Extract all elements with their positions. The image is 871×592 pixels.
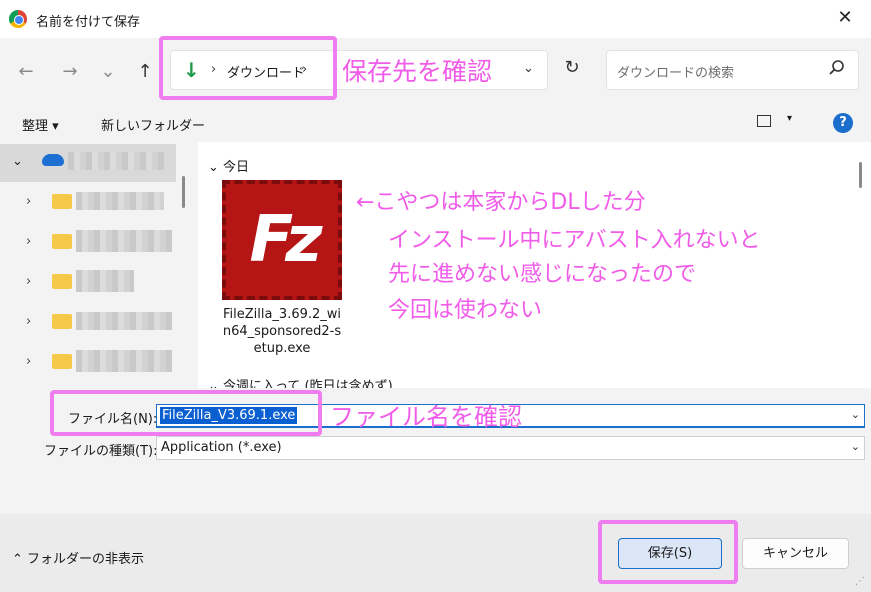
annotation-save-location: 保存先を確認 [342,57,493,86]
sidebar-scrollbar[interactable] [182,176,185,208]
filezilla-logo-letters: Fz [249,203,323,277]
file-item[interactable]: Fz FileZilla_3.69.2_win64_sponsored2-set… [220,180,344,357]
recent-locations-button[interactable]: ⌄ [94,58,122,86]
new-folder-button[interactable]: 新しいフォルダー [101,115,205,134]
forward-button[interactable]: → [56,58,84,86]
onedrive-icon [42,154,64,166]
filetype-select[interactable]: Application (*.exe) ⌄ [156,436,865,460]
resize-grip-icon[interactable]: ⋰ [855,576,867,588]
cancel-button[interactable]: キャンセル [742,538,849,569]
folder-icon [52,234,72,249]
navigation-pane: ⌄ › › › › › [0,142,192,388]
expand-icon[interactable]: › [26,314,31,329]
annotation-box-address [159,36,337,100]
annotation-note-line: 今回は使わない [388,298,543,323]
folder-icon [52,314,72,329]
blurred-label[interactable] [76,230,172,252]
group-header-label: 今週に入って (昨日は含めず) [223,379,393,388]
annotation-note-line: インストール中にアバスト入れないと [388,228,761,253]
chevron-down-icon[interactable]: ⌄ [851,440,860,453]
command-bar: 整理 ▾ 新しいフォルダー ▾ ? [0,104,871,142]
search-input[interactable]: ダウンロードの検索 [606,50,859,90]
back-button[interactable]: ← [12,58,40,86]
folder-icon [52,274,72,289]
annotation-box-filename [50,390,322,436]
organize-menu[interactable]: 整理 ▾ [22,115,59,134]
search-icon [829,60,844,75]
expand-icon[interactable]: › [26,234,31,249]
expand-icon[interactable]: › [26,354,31,369]
group-header-thisweek[interactable]: ⌄ 今週に入って (昨日は含めず) [208,375,393,388]
up-button[interactable]: ↑ [131,58,159,86]
blurred-label[interactable] [76,270,134,292]
annotation-box-save [598,520,738,584]
chevron-down-icon[interactable]: ⌄ [851,408,860,421]
close-button[interactable]: ✕ [833,6,857,30]
blurred-label[interactable] [76,350,172,372]
annotation-note-line: 先に進めない感じになったので [388,262,697,287]
view-dropdown-icon[interactable]: ▾ [787,113,792,124]
filezilla-icon: Fz [222,180,342,300]
content-scrollbar[interactable] [851,142,871,388]
annotation-note-line: ←こやつは本家からDLした分 [356,190,646,215]
blurred-label [68,152,164,170]
folder-icon [52,354,72,369]
expand-icon[interactable]: › [26,274,31,289]
filetype-label: ファイルの種類(T): [44,444,158,459]
expand-icon[interactable]: › [26,194,31,209]
view-icon[interactable] [757,115,771,127]
hide-folders-label: フォルダーの非表示 [27,552,145,567]
chrome-icon [9,10,27,28]
group-header-today[interactable]: ⌄ 今日 [208,156,249,175]
filetype-value: Application (*.exe) [161,440,282,455]
address-dropdown-icon[interactable]: ⌄ [523,61,534,76]
annotation-filename: ファイル名を確認 [330,403,522,431]
hide-folders-toggle[interactable]: ⌃ フォルダーの非表示 [12,548,144,567]
search-placeholder: ダウンロードの検索 [617,66,735,81]
dialog-footer: ⌃ フォルダーの非表示 保存(S) キャンセル ⋰ [0,514,871,592]
blurred-label[interactable] [76,312,172,330]
window-title: 名前を付けて保存 [36,15,141,30]
folder-icon [52,194,72,209]
blurred-label[interactable] [76,192,164,210]
group-header-label: 今日 [223,160,250,175]
refresh-button[interactable]: ↻ [560,56,584,80]
file-name: FileZilla_3.69.2_win64_sponsored2-setup.… [222,307,342,356]
title-bar: 名前を付けて保存 ✕ [0,0,871,38]
collapse-icon[interactable]: ⌄ [12,154,23,169]
help-icon[interactable]: ? [833,113,853,133]
scroll-thumb[interactable] [859,162,862,188]
